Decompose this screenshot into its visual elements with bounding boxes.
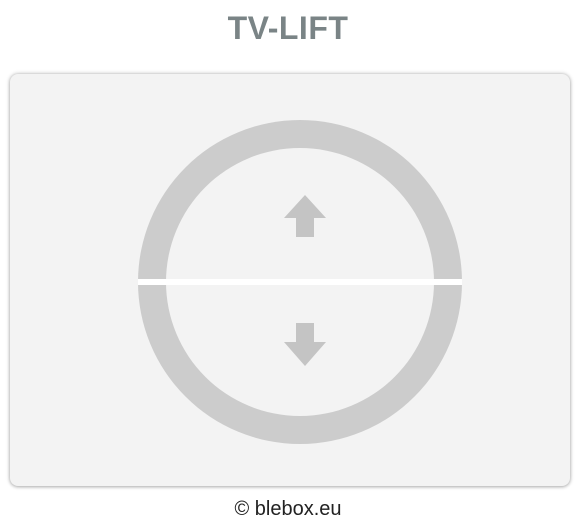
page-title: TV-LIFT: [227, 10, 349, 46]
lift-control-graphic: [138, 120, 462, 444]
copyright-footer: © blebox.eu: [234, 498, 342, 520]
lift-control-wheel: [138, 120, 462, 444]
divider-line: [138, 279, 462, 285]
control-card: [10, 74, 570, 486]
tv-lift-page: TV-LIFT © blebox.eu: [0, 0, 576, 530]
